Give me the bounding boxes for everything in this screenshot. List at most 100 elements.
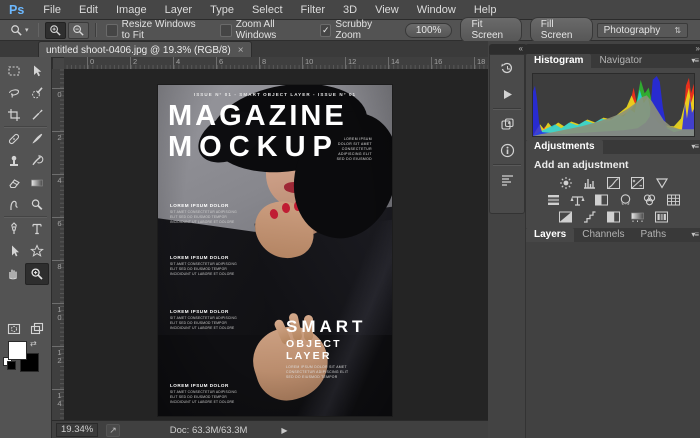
separator [37, 23, 40, 37]
gradient-map-icon[interactable] [629, 210, 646, 224]
eyedropper-tool-icon[interactable] [25, 105, 48, 125]
export-arrow-icon[interactable]: ↗ [106, 423, 120, 437]
menu-view[interactable]: View [366, 4, 408, 16]
marquee-tool-icon[interactable] [2, 61, 25, 81]
menu-edit[interactable]: Edit [70, 4, 107, 16]
menu-window[interactable]: Window [408, 4, 465, 16]
quick-selection-tool-icon[interactable] [25, 83, 48, 103]
ruler-label: 8 [259, 57, 266, 69]
lasso-tool-icon[interactable] [2, 83, 25, 103]
histogram-graph [533, 75, 694, 136]
icon-dock-header[interactable]: « [489, 44, 527, 54]
layers-list[interactable] [526, 242, 700, 438]
adjustments-tab-bar: Adjustments ▾≡ [526, 140, 700, 154]
tab-navigator[interactable]: Navigator [591, 54, 650, 68]
zoom-in-button[interactable] [45, 21, 67, 39]
ruler-label: 14 [388, 57, 399, 69]
selective-color-icon[interactable] [653, 210, 670, 224]
ruler-label: 2 [130, 57, 137, 69]
quick-mask-icon[interactable] [2, 319, 25, 339]
menu-image[interactable]: Image [107, 4, 156, 16]
black-white-icon[interactable] [593, 193, 610, 207]
workspace-switcher[interactable]: Photography ⇅ [596, 22, 689, 38]
tab-layers[interactable]: Layers [526, 228, 575, 242]
type-tool-icon[interactable] [25, 219, 48, 239]
menu-layer[interactable]: Layer [156, 4, 202, 16]
panel-menu-icon[interactable]: ▾≡ [691, 230, 699, 239]
fit-screen-button[interactable]: Fit Screen [460, 17, 522, 43]
resize-windows-checkbox[interactable]: Resize Windows to Fit [106, 19, 206, 41]
actions-panel-icon[interactable] [490, 81, 524, 107]
menu-help[interactable]: Help [465, 4, 506, 16]
path-selection-tool-icon[interactable] [2, 241, 25, 261]
pen-tool-icon[interactable] [2, 219, 25, 239]
panel-menu-icon[interactable]: ▾≡ [691, 142, 699, 151]
clone-stamp-tool-icon[interactable] [2, 151, 25, 171]
custom-shape-tool-icon[interactable] [25, 241, 48, 261]
crop-tool-icon[interactable] [2, 105, 25, 125]
checkbox-box [220, 23, 232, 37]
gradient-tool-icon[interactable] [25, 173, 48, 193]
invert-icon[interactable] [557, 210, 574, 224]
eraser-tool-icon[interactable] [2, 173, 25, 193]
clone-source-panel-icon[interactable] [490, 111, 524, 137]
current-tool-dropdown[interactable]: ▾ [0, 24, 33, 37]
adjustments-panel: Adjustments ▾≡ Add an adjustment [525, 140, 700, 229]
screen-mode-icon[interactable] [25, 319, 48, 339]
zoom-tool-icon-selected[interactable] [24, 263, 49, 285]
levels-icon[interactable] [581, 176, 598, 190]
history-brush-tool-icon[interactable] [25, 151, 48, 171]
foreground-color-swatch[interactable] [8, 341, 27, 360]
hand-tool-icon[interactable] [2, 263, 25, 283]
tab-adjustments[interactable]: Adjustments [526, 140, 603, 154]
vibrance-icon[interactable] [653, 176, 670, 190]
main-dock-header[interactable]: » [525, 44, 700, 54]
tab-channels[interactable]: Channels [574, 228, 632, 242]
close-icon[interactable]: × [238, 45, 244, 56]
tab-histogram[interactable]: Histogram [526, 54, 592, 68]
scrubby-zoom-checkbox[interactable]: ✓ Scrubby Zoom [320, 19, 391, 41]
hue-saturation-icon[interactable] [545, 193, 562, 207]
menu-file[interactable]: File [34, 4, 70, 16]
swap-colors-icon[interactable]: ⇄ [30, 339, 37, 348]
document-tab-bar: untitled shoot-0406.jpg @ 19.3% (RGB/8) … [0, 41, 488, 58]
measurement-log-panel-icon[interactable] [490, 167, 524, 193]
document-image[interactable]: ISSUE N° 01 - SMART OBJECT LAYER - ISSUE… [158, 85, 392, 416]
photo-filter-icon[interactable] [617, 193, 634, 207]
status-menu-arrow-icon[interactable]: ▶ [281, 426, 287, 435]
menu-3d[interactable]: 3D [334, 4, 366, 16]
document-size-label[interactable]: Doc: 63.3M/63.3M [170, 425, 248, 436]
canvas-area[interactable]: ISSUE N° 01 - SMART OBJECT LAYER - ISSUE… [64, 69, 488, 420]
history-panel-icon[interactable] [490, 55, 524, 81]
menu-type[interactable]: Type [201, 4, 243, 16]
menu-select[interactable]: Select [243, 4, 292, 16]
ruler-label: 4 [173, 57, 180, 69]
threshold-icon[interactable] [605, 210, 622, 224]
move-tool-icon[interactable] [25, 61, 48, 81]
fill-screen-button[interactable]: Fill Screen [529, 17, 593, 43]
brightness-contrast-icon[interactable] [557, 176, 574, 190]
exposure-icon[interactable] [629, 176, 646, 190]
color-balance-icon[interactable] [569, 193, 586, 207]
zoom-out-button[interactable] [68, 21, 90, 39]
color-lookup-icon[interactable] [665, 193, 682, 207]
spot-healing-brush-tool-icon[interactable] [2, 129, 25, 149]
workspace-label: Photography [603, 24, 661, 36]
zoom-all-windows-checkbox[interactable]: Zoom All Windows [220, 19, 306, 41]
panel-menu-icon[interactable]: ▾≡ [691, 56, 699, 65]
channel-mixer-icon[interactable] [641, 193, 658, 207]
document-tab[interactable]: untitled shoot-0406.jpg @ 19.3% (RGB/8) … [38, 41, 252, 58]
curves-icon[interactable] [605, 176, 622, 190]
posterize-icon[interactable] [581, 210, 598, 224]
status-bar: 19.34% ↗ Doc: 63.3M/63.3M ▶ [52, 420, 488, 438]
actual-pixels-button[interactable]: 100% [404, 22, 453, 38]
smudge-tool-icon[interactable] [2, 195, 25, 215]
photoshop-logo: Ps [9, 2, 25, 17]
menu-filter[interactable]: Filter [292, 4, 334, 16]
dodge-tool-icon[interactable] [25, 195, 48, 215]
cover-tagline: ISSUE N° 01 - SMART OBJECT LAYER - ISSUE… [193, 92, 357, 97]
zoom-level-field[interactable]: 19.34% [56, 423, 99, 437]
brush-tool-icon[interactable] [25, 129, 48, 149]
tab-paths[interactable]: Paths [633, 228, 675, 242]
info-panel-icon[interactable] [490, 137, 524, 163]
